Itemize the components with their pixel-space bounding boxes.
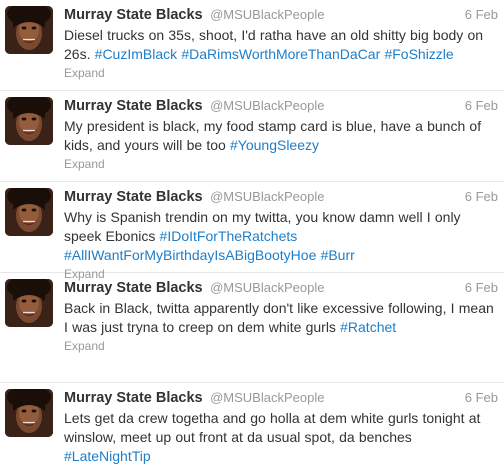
tweet-header: Murray State Blacks @MSUBlackPeople 6 Fe… <box>64 278 498 298</box>
tweet-text: Why is Spanish trendin on my twitta, you… <box>64 208 498 265</box>
tweet-header: Murray State Blacks @MSUBlackPeople 6 Fe… <box>64 96 498 116</box>
user-name[interactable]: Murray State Blacks <box>64 98 203 114</box>
expand-link[interactable]: Expand <box>64 156 498 172</box>
tweet-text: Diesel trucks on 35s, shoot, I'd ratha h… <box>64 26 498 64</box>
tweet-content: Murray State Blacks @MSUBlackPeople 6 Fe… <box>64 5 498 81</box>
tweet-timestamp[interactable]: 6 Feb <box>465 187 498 207</box>
tweet-timestamp[interactable]: 6 Feb <box>465 388 498 408</box>
tweet-text: My president is black, my food stamp car… <box>64 117 498 155</box>
avatar[interactable] <box>5 97 53 145</box>
tweet[interactable]: Murray State Blacks @MSUBlackPeople 6 Fe… <box>0 91 504 182</box>
hashtag-link[interactable]: #AllIWantForMyBirthdayIsABigBootyHoe <box>64 247 316 263</box>
user-handle[interactable]: @MSUBlackPeople <box>210 7 324 22</box>
tweet-header: Murray State Blacks @MSUBlackPeople 6 Fe… <box>64 5 498 25</box>
tweet-content: Murray State Blacks @MSUBlackPeople 6 Fe… <box>64 187 498 282</box>
avatar[interactable] <box>5 188 53 236</box>
avatar[interactable] <box>5 389 53 437</box>
user-handle[interactable]: @MSUBlackPeople <box>210 189 324 204</box>
hashtag-link[interactable]: #IDoItForTheRatchets <box>160 228 298 244</box>
expand-link[interactable]: Expand <box>64 65 498 81</box>
tweet-content: Murray State Blacks @MSUBlackPeople 6 Fe… <box>64 388 498 466</box>
profile-photo-icon <box>5 389 53 437</box>
tweet-text-segment: Back in Black, twitta apparently don't l… <box>64 300 494 335</box>
tweet-timestamp[interactable]: 6 Feb <box>465 5 498 25</box>
tweet-text: Back in Black, twitta apparently don't l… <box>64 299 498 337</box>
user-handle[interactable]: @MSUBlackPeople <box>210 390 324 405</box>
tweet-timestamp[interactable]: 6 Feb <box>465 278 498 298</box>
user-name[interactable]: Murray State Blacks <box>64 189 203 205</box>
hashtag-link[interactable]: #CuzImBlack <box>95 46 177 62</box>
user-handle[interactable]: @MSUBlackPeople <box>210 98 324 113</box>
hashtag-link[interactable]: #Ratchet <box>340 319 396 335</box>
hashtag-link[interactable]: #FoShizzle <box>384 46 453 62</box>
tweet-text-segment: Lets get da crew togetha and go holla at… <box>64 410 481 445</box>
profile-photo-icon <box>5 6 53 54</box>
tweet-text: Lets get da crew togetha and go holla at… <box>64 409 498 466</box>
user-name[interactable]: Murray State Blacks <box>64 7 203 23</box>
tweet-header: Murray State Blacks @MSUBlackPeople 6 Fe… <box>64 388 498 408</box>
user-name[interactable]: Murray State Blacks <box>64 390 203 406</box>
tweet[interactable]: Murray State Blacks @MSUBlackPeople 6 Fe… <box>0 0 504 91</box>
user-handle[interactable]: @MSUBlackPeople <box>210 280 324 295</box>
avatar[interactable] <box>5 279 53 327</box>
profile-photo-icon <box>5 188 53 236</box>
tweet-feed: Murray State Blacks @MSUBlackPeople 6 Fe… <box>0 0 504 473</box>
hashtag-link[interactable]: #LateNightTip <box>64 448 151 464</box>
hashtag-link[interactable]: #YoungSleezy <box>230 137 319 153</box>
profile-photo-icon <box>5 97 53 145</box>
tweet-timestamp[interactable]: 6 Feb <box>465 96 498 116</box>
tweet[interactable]: Murray State Blacks @MSUBlackPeople 6 Fe… <box>0 182 504 281</box>
tweet-content: Murray State Blacks @MSUBlackPeople 6 Fe… <box>64 278 498 354</box>
tweet-header: Murray State Blacks @MSUBlackPeople 6 Fe… <box>64 187 498 207</box>
tweet[interactable]: Murray State Blacks @MSUBlackPeople 6 Fe… <box>0 273 504 383</box>
tweet-content: Murray State Blacks @MSUBlackPeople 6 Fe… <box>64 96 498 172</box>
hashtag-link[interactable]: #Burr <box>321 247 355 263</box>
profile-photo-icon <box>5 279 53 327</box>
tweet[interactable]: Murray State Blacks @MSUBlackPeople 6 Fe… <box>0 383 504 473</box>
user-name[interactable]: Murray State Blacks <box>64 280 203 296</box>
expand-link[interactable]: Expand <box>64 338 498 354</box>
avatar[interactable] <box>5 6 53 54</box>
hashtag-link[interactable]: #DaRimsWorthMoreThanDaCar <box>181 46 380 62</box>
